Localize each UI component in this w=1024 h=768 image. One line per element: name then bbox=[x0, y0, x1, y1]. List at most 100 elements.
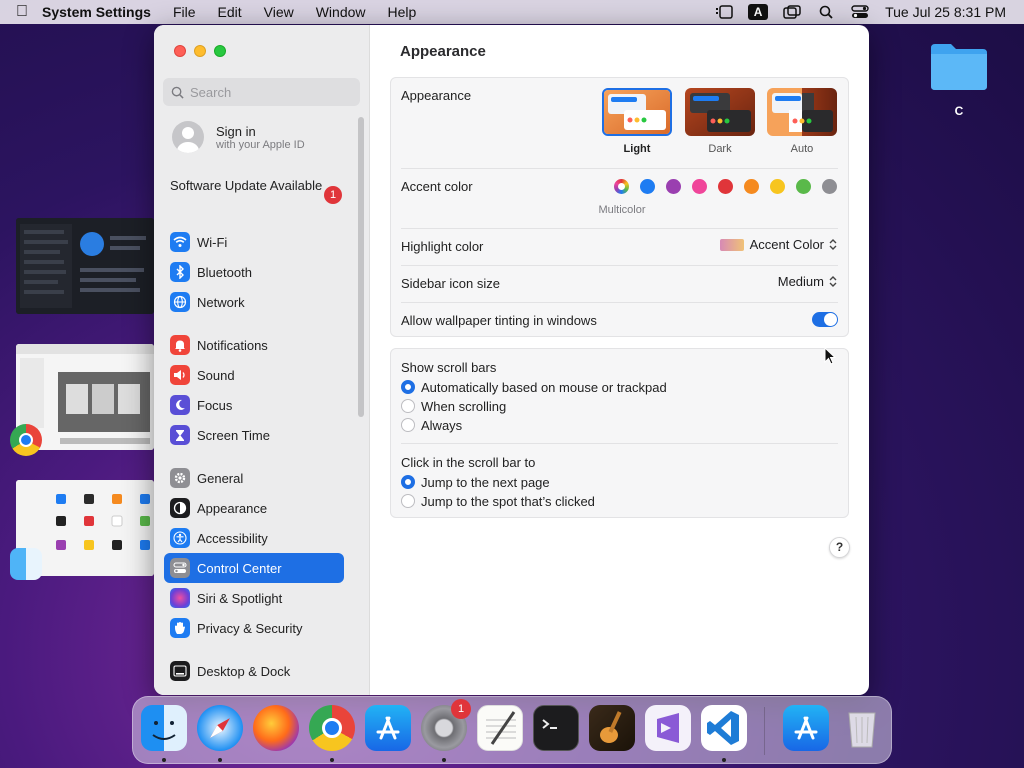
scroll-bars-always-radio[interactable] bbox=[401, 418, 415, 432]
stage-thumb-settings[interactable] bbox=[16, 218, 154, 314]
help-button[interactable]: ? bbox=[829, 537, 850, 558]
sidebar-item-label: Accessibility bbox=[197, 530, 268, 546]
page-title: Appearance bbox=[400, 43, 486, 60]
dock-firefox-icon[interactable] bbox=[253, 705, 299, 751]
dock-vscode-icon[interactable] bbox=[701, 705, 747, 751]
appearance-option-light[interactable] bbox=[602, 88, 672, 136]
accent-graphite[interactable] bbox=[822, 179, 837, 194]
folder-icon bbox=[929, 40, 989, 90]
input-source-letter: A bbox=[748, 4, 769, 20]
scroll-bars-when-scrolling-label: When scrolling bbox=[421, 399, 507, 414]
scroll-bars-when-scrolling-radio[interactable] bbox=[401, 399, 415, 413]
wallpaper-tinting-toggle[interactable] bbox=[812, 312, 838, 327]
accent-caption: Multicolor bbox=[598, 204, 646, 216]
chrome-mini-icon bbox=[10, 424, 42, 456]
sidebar-item-desktop-dock[interactable]: Desktop & Dock bbox=[164, 656, 344, 686]
sidebar-item-sound[interactable]: Sound bbox=[164, 360, 344, 390]
sidebar-item-accessibility[interactable]: Accessibility bbox=[164, 523, 344, 553]
appearance-card: Appearance Light Dark Auto Accent color bbox=[390, 77, 849, 337]
sidebar-item-label: Appearance bbox=[197, 500, 268, 516]
dock-app-store-icon[interactable] bbox=[365, 705, 411, 751]
bell-icon bbox=[170, 335, 190, 355]
spotlight-search-icon[interactable] bbox=[809, 0, 843, 24]
zoom-window-button[interactable] bbox=[214, 45, 226, 57]
menu-view[interactable]: View bbox=[253, 0, 305, 24]
accent-red[interactable] bbox=[718, 179, 733, 194]
dock-running-indicator bbox=[722, 758, 726, 762]
click-scroll-bar-label: Click in the scroll bar to bbox=[401, 455, 536, 470]
sidebar-item-siri-spotlight[interactable]: Siri & Spotlight bbox=[164, 583, 344, 613]
dock: 1 bbox=[132, 696, 892, 764]
dock-system-settings-icon[interactable]: 1 bbox=[421, 699, 471, 751]
accent-yellow[interactable] bbox=[770, 179, 785, 194]
dock-downloads-icon[interactable] bbox=[783, 705, 829, 751]
jump-next-page-radio[interactable] bbox=[401, 475, 415, 489]
control-center-icon[interactable] bbox=[843, 0, 877, 24]
highlight-color-popup[interactable]: Accent Color bbox=[719, 237, 838, 252]
menu-edit[interactable]: Edit bbox=[207, 0, 253, 24]
input-source-icon[interactable]: A bbox=[741, 0, 775, 24]
divider bbox=[401, 443, 838, 444]
menu-help[interactable]: Help bbox=[377, 0, 428, 24]
jump-spot-clicked-radio[interactable] bbox=[401, 494, 415, 508]
screen-mirroring-icon[interactable] bbox=[775, 0, 809, 24]
appearance-icon bbox=[170, 498, 190, 518]
divider bbox=[401, 168, 838, 169]
sidebar-item-privacy-security[interactable]: Privacy & Security bbox=[164, 613, 344, 643]
sidebar-item-control-center[interactable]: Control Center bbox=[164, 553, 344, 583]
accent-orange[interactable] bbox=[744, 179, 759, 194]
dock-running-indicator bbox=[442, 758, 446, 762]
sidebar-icon-size-popup[interactable]: Medium bbox=[778, 274, 838, 289]
accent-purple[interactable] bbox=[666, 179, 681, 194]
scroll-bars-auto-radio[interactable] bbox=[401, 380, 415, 394]
close-window-button[interactable] bbox=[174, 45, 186, 57]
app-menu[interactable]: System Settings bbox=[42, 0, 162, 24]
search-input[interactable] bbox=[190, 84, 350, 100]
sidebar-signin[interactable]: Sign in with your Apple ID bbox=[172, 121, 305, 153]
dock-safari-icon[interactable] bbox=[197, 705, 243, 751]
sidebar-item-general[interactable]: General bbox=[164, 463, 344, 493]
system-settings-window: Sign in with your Apple ID Software Upda… bbox=[154, 25, 869, 695]
sidebar-item-wifi[interactable]: Wi-Fi bbox=[164, 227, 344, 257]
software-update-item[interactable]: Software Update Available 1 bbox=[170, 178, 342, 204]
accent-blue[interactable] bbox=[640, 179, 655, 194]
dock-textedit-icon[interactable] bbox=[477, 705, 523, 751]
search-field[interactable] bbox=[163, 78, 360, 106]
menu-window[interactable]: Window bbox=[305, 0, 377, 24]
apple-menu-icon[interactable]:  bbox=[0, 0, 42, 24]
sidebar-item-screen-time[interactable]: Screen Time bbox=[164, 420, 344, 450]
appearance-option-dark[interactable] bbox=[685, 88, 755, 136]
appearance-option-auto[interactable] bbox=[767, 88, 837, 136]
sidebar-item-label: Network bbox=[197, 294, 245, 310]
jump-spot-clicked-label: Jump to the spot that’s clicked bbox=[421, 494, 595, 509]
accent-green[interactable] bbox=[796, 179, 811, 194]
wallpaper-tinting-label: Allow wallpaper tinting in windows bbox=[401, 313, 597, 328]
dock-divider bbox=[764, 707, 765, 755]
signin-subtitle: with your Apple ID bbox=[216, 138, 305, 151]
accent-pink[interactable] bbox=[692, 179, 707, 194]
dock-garageband-icon[interactable] bbox=[589, 705, 635, 751]
stage-manager-icon[interactable] bbox=[707, 0, 741, 24]
scroll-bars-auto-label: Automatically based on mouse or trackpad bbox=[421, 380, 667, 395]
sidebar-item-bluetooth[interactable]: Bluetooth bbox=[164, 257, 344, 287]
dock-finder-icon[interactable] bbox=[141, 705, 187, 751]
dock-terminal-icon[interactable] bbox=[533, 705, 579, 751]
sidebar-item-network[interactable]: Network bbox=[164, 287, 344, 317]
dock-visual-studio-icon[interactable] bbox=[645, 705, 691, 751]
sidebar-item-appearance[interactable]: Appearance bbox=[164, 493, 344, 523]
desktop-folder[interactable]: C bbox=[926, 40, 992, 118]
dock-trash-icon[interactable] bbox=[839, 705, 885, 751]
sidebar-scrollbar[interactable] bbox=[358, 117, 364, 417]
menu-clock[interactable]: Tue Jul 25 8:31 PM bbox=[877, 4, 1024, 20]
avatar-icon bbox=[172, 121, 204, 153]
sidebar-item-focus[interactable]: Focus bbox=[164, 390, 344, 420]
wifi-icon bbox=[170, 232, 190, 252]
minimize-window-button[interactable] bbox=[194, 45, 206, 57]
accent-multicolor[interactable] bbox=[614, 179, 629, 194]
sidebar-item-label: Focus bbox=[197, 397, 233, 413]
dock-chrome-icon[interactable] bbox=[309, 705, 355, 751]
sidebar-item-label: Wi-Fi bbox=[197, 234, 228, 250]
menu-file[interactable]: File bbox=[162, 0, 207, 24]
sidebar-item-notifications[interactable]: Notifications bbox=[164, 330, 344, 360]
dock-running-indicator bbox=[162, 758, 166, 762]
